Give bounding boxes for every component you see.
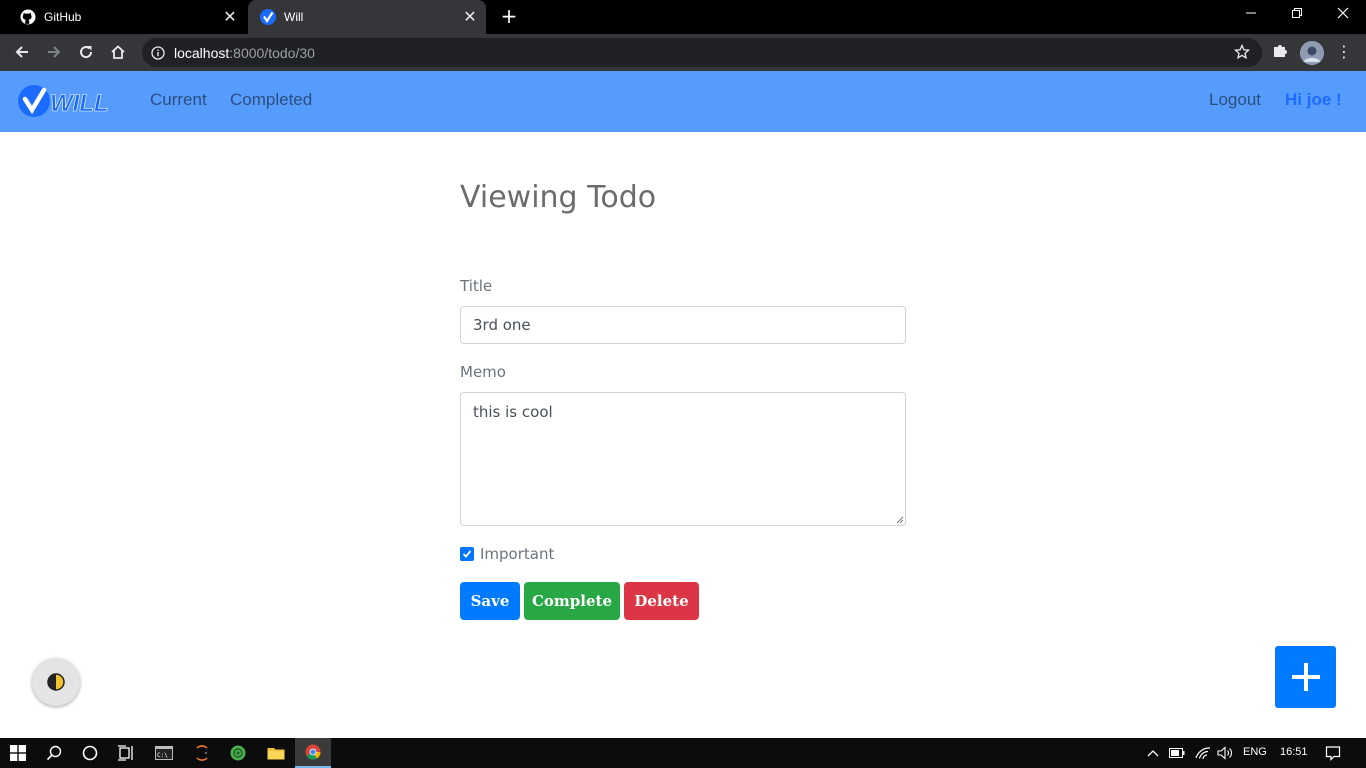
plus-icon: [1291, 663, 1320, 691]
arrow-left-icon: [15, 46, 28, 58]
save-button[interactable]: Save: [460, 582, 520, 620]
reload-icon: [80, 46, 93, 59]
nav-link-current[interactable]: Current: [150, 90, 207, 110]
windows-start-icon[interactable]: [0, 738, 36, 768]
url-path: :8000/todo/30: [229, 44, 315, 61]
browser-tab-strip: GitHub ✕ Will ✕ +: [0, 0, 1366, 34]
chrome-app-icon[interactable]: [295, 738, 331, 768]
url-host: localhost: [174, 44, 230, 61]
home-icon: [111, 45, 125, 59]
important-label[interactable]: Important: [480, 545, 554, 563]
browser-toolbar: localhost:8000/todo/30: [0, 34, 1366, 71]
notifications-icon[interactable]: [1318, 738, 1348, 768]
windows-taskbar: C:\ ENG 16:51: [0, 738, 1366, 768]
profile-avatar[interactable]: [1300, 41, 1324, 65]
memo-textarea[interactable]: this is cool: [460, 392, 906, 526]
volume-icon[interactable]: [1210, 738, 1240, 768]
restore-button[interactable]: [1274, 0, 1320, 34]
user-greeting: Hi joe !: [1285, 90, 1342, 109]
tab-github[interactable]: GitHub ✕: [8, 0, 246, 34]
ide-app-icon[interactable]: [184, 738, 220, 768]
close-icon: [1337, 7, 1349, 19]
reload-button[interactable]: [74, 40, 98, 64]
new-tab-button[interactable]: +: [498, 5, 520, 27]
close-icon[interactable]: ✕: [220, 7, 240, 27]
tab-title: GitHub: [44, 10, 82, 24]
title-label: Title: [460, 277, 493, 295]
will-logo[interactable]: WILL: [16, 84, 126, 118]
browser-menu-icon[interactable]: ⋮: [1336, 40, 1352, 64]
clock-time[interactable]: 16:51: [1280, 746, 1308, 758]
logout-link[interactable]: Logout: [1209, 90, 1261, 110]
complete-button[interactable]: Complete: [524, 582, 620, 620]
close-icon[interactable]: ✕: [460, 7, 480, 27]
extensions-puzzle-icon[interactable]: [1270, 41, 1290, 61]
url-text: localhost:8000/todo/30: [174, 45, 315, 61]
svg-text:C:\: C:\: [157, 752, 168, 759]
game-app-icon[interactable]: [220, 738, 256, 768]
terminal-app-icon[interactable]: C:\: [146, 738, 182, 768]
address-bar[interactable]: localhost:8000/todo/30: [142, 38, 1262, 67]
search-icon[interactable]: [36, 738, 72, 768]
minimize-icon: [1246, 12, 1256, 14]
half-moon-icon: [47, 673, 65, 691]
input-language[interactable]: ENG: [1243, 746, 1267, 758]
delete-button[interactable]: Delete: [624, 582, 699, 620]
cortana-icon[interactable]: [72, 738, 108, 768]
tab-title: Will: [284, 10, 304, 24]
checkmark-icon: [462, 550, 472, 558]
file-explorer-icon[interactable]: [258, 738, 294, 768]
will-favicon: [260, 9, 276, 25]
window-close-button[interactable]: [1320, 0, 1366, 34]
back-button[interactable]: [10, 40, 34, 64]
theme-toggle-button[interactable]: [32, 658, 80, 706]
minimize-button[interactable]: [1228, 0, 1274, 34]
restore-icon: [1292, 8, 1302, 18]
nav-link-completed[interactable]: Completed: [230, 90, 312, 110]
info-icon[interactable]: [150, 45, 166, 61]
task-view-icon[interactable]: [108, 738, 144, 768]
forward-button[interactable]: [42, 40, 66, 64]
page-title: Viewing Todo: [460, 180, 657, 215]
resize-handle-icon[interactable]: [896, 516, 904, 524]
memo-label: Memo: [460, 363, 506, 381]
brand-text: WILL: [50, 90, 109, 117]
memo-text: this is cool: [473, 403, 553, 421]
arrow-right-icon: [48, 46, 61, 58]
tab-will[interactable]: Will ✕: [248, 0, 486, 34]
home-button[interactable]: [106, 40, 130, 64]
title-input[interactable]: 3rd one: [460, 306, 906, 344]
important-checkbox[interactable]: [460, 547, 474, 561]
add-todo-button[interactable]: [1275, 646, 1336, 708]
github-icon: [20, 9, 36, 25]
bookmark-star-icon[interactable]: [1233, 43, 1251, 60]
app-navbar: WILL Current Completed Logout Hi joe !: [0, 71, 1366, 132]
